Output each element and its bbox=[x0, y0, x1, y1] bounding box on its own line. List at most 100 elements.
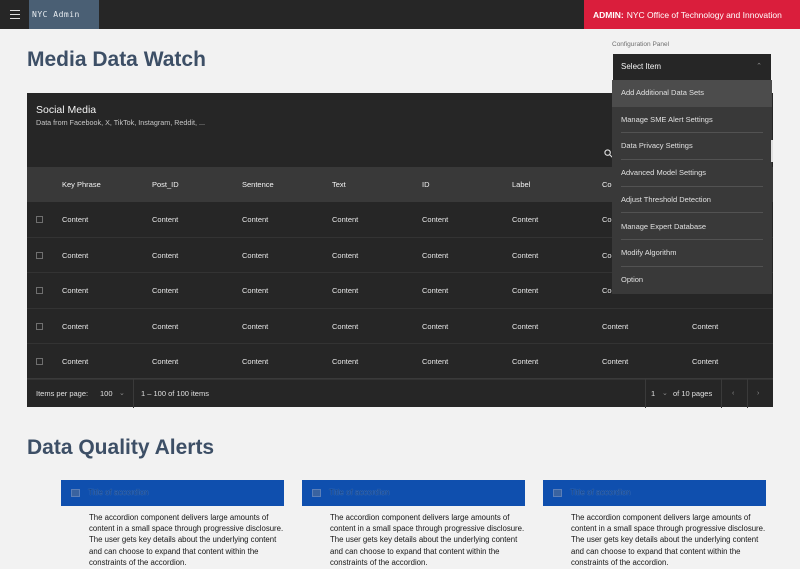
table-row[interactable]: Content Content Content Content Content … bbox=[27, 309, 773, 344]
row-checkbox[interactable] bbox=[36, 322, 43, 330]
accordion-title: Title of accordion bbox=[570, 488, 631, 497]
accordion: Title of accordion The accordion compone… bbox=[61, 480, 284, 568]
table-cell: Content bbox=[152, 286, 179, 295]
table-row[interactable]: Content Content Content Content Content … bbox=[27, 344, 773, 380]
table-cell: Content bbox=[62, 357, 89, 366]
table-cell: Content bbox=[422, 250, 449, 260]
row-checkbox[interactable] bbox=[36, 216, 43, 223]
table-cell: Content bbox=[332, 321, 359, 331]
row-checkbox[interactable] bbox=[36, 251, 43, 259]
menu-item-label: Data Privacy Settings bbox=[621, 141, 693, 151]
items-per-page-select[interactable]: 100 bbox=[100, 379, 113, 408]
column-header[interactable]: Sentence bbox=[242, 167, 274, 202]
table-cell: Content bbox=[152, 250, 179, 260]
table-cell: Content bbox=[242, 321, 269, 331]
accordion-body: The accordion component delivers large a… bbox=[89, 513, 284, 567]
table-cell: Content bbox=[512, 321, 539, 331]
column-header[interactable]: Text bbox=[332, 167, 346, 202]
table-cell: Content bbox=[512, 357, 539, 366]
top-navigation-bar: NYC Admin ADMIN: NYC Office of Technolog… bbox=[0, 0, 800, 29]
table-cell: Co bbox=[602, 250, 612, 260]
accordion-header[interactable]: Title of accordion bbox=[302, 480, 525, 506]
table-cell: Co bbox=[602, 286, 612, 295]
menu-icon[interactable] bbox=[0, 0, 29, 29]
brand-logo[interactable]: NYC Admin bbox=[29, 0, 99, 29]
column-header[interactable]: ID bbox=[422, 167, 430, 202]
table-cell: Content bbox=[152, 357, 179, 366]
accordion: Title of accordion The accordion compone… bbox=[543, 480, 766, 568]
menu-item-option[interactable]: Option bbox=[612, 267, 772, 294]
config-select-label: Select Item bbox=[621, 62, 662, 71]
table-cell: Content bbox=[332, 286, 359, 295]
table-title: Social Media bbox=[36, 104, 97, 116]
menu-item-label: Modify Algorithm bbox=[621, 248, 677, 258]
column-header[interactable]: Label bbox=[512, 167, 530, 202]
table-cell: Content bbox=[602, 321, 629, 331]
column-header[interactable]: Post_ID bbox=[152, 167, 179, 202]
table-cell: Content bbox=[242, 215, 269, 224]
table-cell: Content bbox=[62, 250, 89, 260]
accordion-toggle-icon[interactable] bbox=[312, 489, 321, 497]
row-checkbox[interactable] bbox=[36, 358, 43, 365]
page-count-text: of 10 pages bbox=[673, 389, 713, 398]
table-toolbar-edge bbox=[771, 140, 773, 162]
menu-item-sme-alerts[interactable]: Manage SME Alert Settings bbox=[612, 107, 772, 134]
menu-item-threshold[interactable]: Adjust Threshold Detection bbox=[612, 187, 772, 214]
table-cell: Content bbox=[602, 357, 629, 366]
table-cell: Content bbox=[242, 286, 269, 295]
menu-item-privacy[interactable]: Data Privacy Settings bbox=[612, 133, 772, 161]
table-cell: Content bbox=[422, 215, 449, 224]
table-cell: Content bbox=[62, 321, 89, 331]
chevron-up-icon[interactable]: ⌃ bbox=[756, 54, 762, 80]
table-cell: Content bbox=[332, 250, 359, 260]
chevron-down-icon[interactable]: ⌄ bbox=[662, 379, 668, 408]
menu-item-add-data-sets[interactable]: Add Additional Data Sets bbox=[612, 80, 772, 107]
divider bbox=[133, 379, 134, 408]
column-header[interactable]: Key Phrase bbox=[62, 167, 101, 202]
divider bbox=[721, 379, 722, 408]
table-cell: Content bbox=[332, 215, 359, 224]
table-cell: Content bbox=[512, 250, 539, 260]
divider bbox=[645, 379, 646, 408]
table-cell: Content bbox=[152, 321, 179, 331]
column-header[interactable]: Co bbox=[602, 167, 612, 202]
accordion-body: The accordion component delivers large a… bbox=[330, 513, 525, 567]
menu-item-algorithm[interactable]: Modify Algorithm bbox=[612, 240, 772, 267]
page-select[interactable]: 1 bbox=[651, 379, 655, 408]
data-quality-title: Data Quality Alerts bbox=[27, 436, 215, 459]
page-title: Media Data Watch bbox=[27, 48, 206, 71]
item-range-text: 1 – 100 of 100 items bbox=[141, 389, 209, 398]
accordion-title: Title of accordion bbox=[329, 488, 390, 497]
items-per-page-label: Items per page: bbox=[36, 389, 89, 398]
table-cell: Content bbox=[422, 286, 449, 295]
chevron-left-icon[interactable]: ‹ bbox=[732, 379, 734, 408]
chevron-down-icon[interactable]: ⌄ bbox=[119, 379, 125, 408]
table-cell: Content bbox=[512, 215, 539, 224]
table-cell: Content bbox=[692, 321, 719, 331]
menu-item-label: Manage SME Alert Settings bbox=[621, 114, 713, 124]
select-all-checkbox[interactable] bbox=[36, 181, 43, 188]
menu-item-label: Manage Expert Database bbox=[621, 221, 707, 231]
config-dropdown-menu: Add Additional Data Sets Manage SME Aler… bbox=[612, 80, 772, 294]
chevron-right-icon[interactable]: › bbox=[757, 379, 759, 408]
table-cell: Content bbox=[152, 215, 179, 224]
table-cell: Co bbox=[602, 215, 612, 224]
accordion-header[interactable]: Title of accordion bbox=[61, 480, 284, 506]
config-panel-label: Configuration Panel bbox=[612, 41, 670, 48]
admin-banner: ADMIN: NYC Office of Technology and Inno… bbox=[584, 0, 800, 29]
row-checkbox[interactable] bbox=[36, 287, 43, 294]
menu-item-model-settings[interactable]: Advanced Model Settings bbox=[612, 160, 772, 187]
accordion-body: The accordion component delivers large a… bbox=[571, 513, 766, 567]
table-cell: Content bbox=[422, 321, 449, 331]
table-cell: Content bbox=[422, 357, 449, 366]
table-cell: Content bbox=[242, 357, 269, 366]
accordion-toggle-icon[interactable] bbox=[71, 489, 80, 497]
menu-item-expert-db[interactable]: Manage Expert Database bbox=[612, 214, 772, 241]
config-select[interactable]: Select Item ⌃ bbox=[613, 54, 771, 80]
menu-item-label: Option bbox=[621, 274, 644, 284]
table-cell: Content bbox=[62, 286, 89, 295]
admin-org: NYC Office of Technology and Innovation bbox=[626, 9, 782, 20]
admin-prefix: ADMIN: bbox=[593, 9, 624, 20]
accordion-toggle-icon[interactable] bbox=[553, 489, 562, 497]
accordion-header[interactable]: Title of accordion bbox=[543, 480, 766, 506]
